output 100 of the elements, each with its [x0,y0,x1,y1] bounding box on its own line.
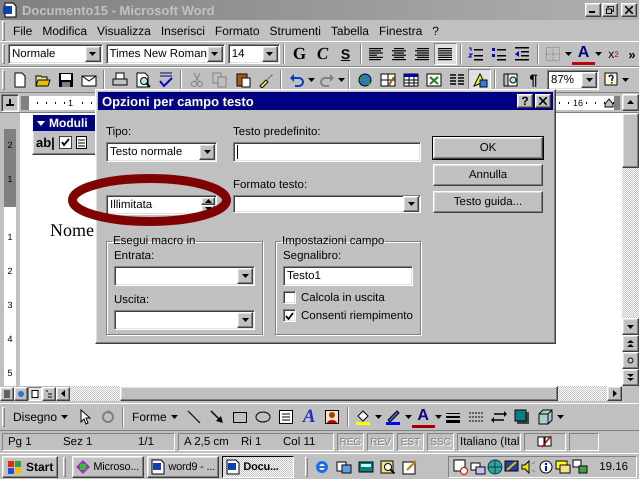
fill-color-icon[interactable] [355,409,372,425]
text-format-dropdown[interactable] [233,195,421,213]
tab-stop-icon[interactable] [6,98,14,106]
menu-item[interactable]: Inserisci [156,23,210,39]
close-button[interactable] [535,94,551,108]
desktop-channels-icon[interactable] [336,459,352,475]
taskbar-button[interactable]: Microso... [72,456,144,478]
dropdown-arrow-icon[interactable] [204,150,210,154]
spelling-icon[interactable] [158,72,174,88]
menu-item[interactable]: Strumenti [264,23,326,39]
volume-icon[interactable] [521,459,538,475]
columns-icon[interactable] [448,72,464,88]
collapse-icon[interactable] [37,120,45,126]
align-left-icon[interactable] [368,46,384,62]
print-icon[interactable] [112,72,128,88]
print-preview-icon[interactable] [134,72,150,88]
more-icon[interactable] [556,415,564,419]
scroll-up-icon[interactable] [627,99,634,106]
windows-logo-icon[interactable] [7,459,23,475]
globe-icon[interactable] [356,72,372,88]
scroll-right-icon[interactable] [611,390,618,397]
next-page-icon[interactable] [627,374,634,381]
minimize-button[interactable] [585,3,601,17]
drawing-button[interactable] [468,69,491,91]
type-dropdown[interactable]: Testo normale [106,142,217,162]
page-view-icon[interactable] [31,390,39,398]
shapes-icon[interactable] [472,72,488,88]
dialog-button[interactable]: OK [433,137,543,159]
more-icon[interactable] [622,78,629,82]
caret-icon[interactable] [308,78,315,82]
dialog-button[interactable]: Testo guida... [433,191,543,213]
document-icon[interactable] [225,459,242,475]
max-length-spinner[interactable]: Illimitata [106,195,217,215]
caret-icon[interactable] [434,415,442,419]
scrollbar-thumb[interactable] [120,386,558,401]
menu-item[interactable]: Visualizza [92,23,156,39]
start-button[interactable]: Start [2,456,58,478]
superscript-button[interactable]: x$^{2}$ [602,43,625,65]
menu-item[interactable]: Finestra [374,23,428,39]
new-document-icon[interactable] [12,72,28,88]
bold-button[interactable]: G [288,43,311,65]
help-button[interactable]: ? [517,94,533,108]
globe-icon[interactable] [487,459,504,475]
line-icon[interactable] [186,409,202,425]
dropdown-arrow-icon[interactable] [266,52,274,56]
text-box-icon[interactable] [278,409,294,425]
help-icon[interactable] [602,72,618,88]
spreadsheet-icon[interactable] [426,72,442,88]
browse-object-icon[interactable] [627,357,634,364]
center-icon[interactable] [391,46,408,62]
entry-macro-dropdown[interactable] [114,266,255,286]
notepad-icon[interactable] [402,459,418,475]
caret-icon[interactable] [338,78,345,82]
bulleted-list-icon[interactable] [491,46,508,62]
taskbar-button[interactable]: word9 - ... [147,456,220,478]
font-color-button[interactable]: A [572,43,595,65]
web-view-icon[interactable] [17,390,25,398]
draw-menu[interactable]: Disegno [8,406,74,428]
italic-button[interactable]: C [310,43,334,65]
more-buttons[interactable]: » [624,43,639,65]
caret-icon[interactable] [61,415,68,419]
caret-icon[interactable] [374,415,382,419]
checkbox[interactable] [283,309,296,322]
zoom-dropdown[interactable]: 87% [547,70,599,90]
oval-icon[interactable] [255,409,272,425]
default-text-field[interactable] [233,142,421,162]
paintbrush-icon[interactable] [258,72,274,88]
caret-icon[interactable] [594,52,602,56]
dropdown-arrow-icon[interactable] [89,52,96,56]
clip-art-icon[interactable] [324,409,340,425]
checkbox[interactable] [283,291,296,304]
dropdown-arrow-icon[interactable] [586,78,592,82]
scroll-left-icon[interactable] [60,390,66,397]
save-icon[interactable] [58,72,74,88]
bookmark-field[interactable]: Testo1 [283,266,413,286]
menu-item[interactable]: File [8,23,38,39]
previous-page-icon[interactable] [627,340,634,347]
taskbar-button[interactable]: Docu... [222,456,294,478]
style-dropdown[interactable]: Normale [8,44,103,64]
dropdown-arrow-icon[interactable] [242,318,248,322]
table-pencil-icon[interactable] [380,72,396,88]
arrow-icon[interactable] [209,409,226,425]
wordart-button[interactable]: A [298,406,321,428]
colorful-app-icon[interactable] [75,459,92,475]
table-icon[interactable] [402,72,418,88]
menu-item[interactable]: ? [427,23,444,39]
caret-icon[interactable] [404,415,412,419]
formatting-marks-button[interactable]: ¶ [522,69,545,91]
justify-button[interactable] [434,43,457,65]
font-color-button[interactable]: A [412,406,435,428]
chat-icon[interactable] [555,459,572,475]
caret-icon[interactable] [564,52,572,56]
close-button[interactable] [621,3,637,17]
menu-item[interactable]: Tabella [326,23,374,39]
menu-item[interactable]: Modifica [37,23,92,39]
normal-view-icon[interactable] [3,390,11,398]
search-icon[interactable] [380,459,396,475]
document-icon[interactable] [150,459,166,475]
arrow-style-icon[interactable] [491,409,508,425]
browser-icon[interactable] [314,459,330,475]
